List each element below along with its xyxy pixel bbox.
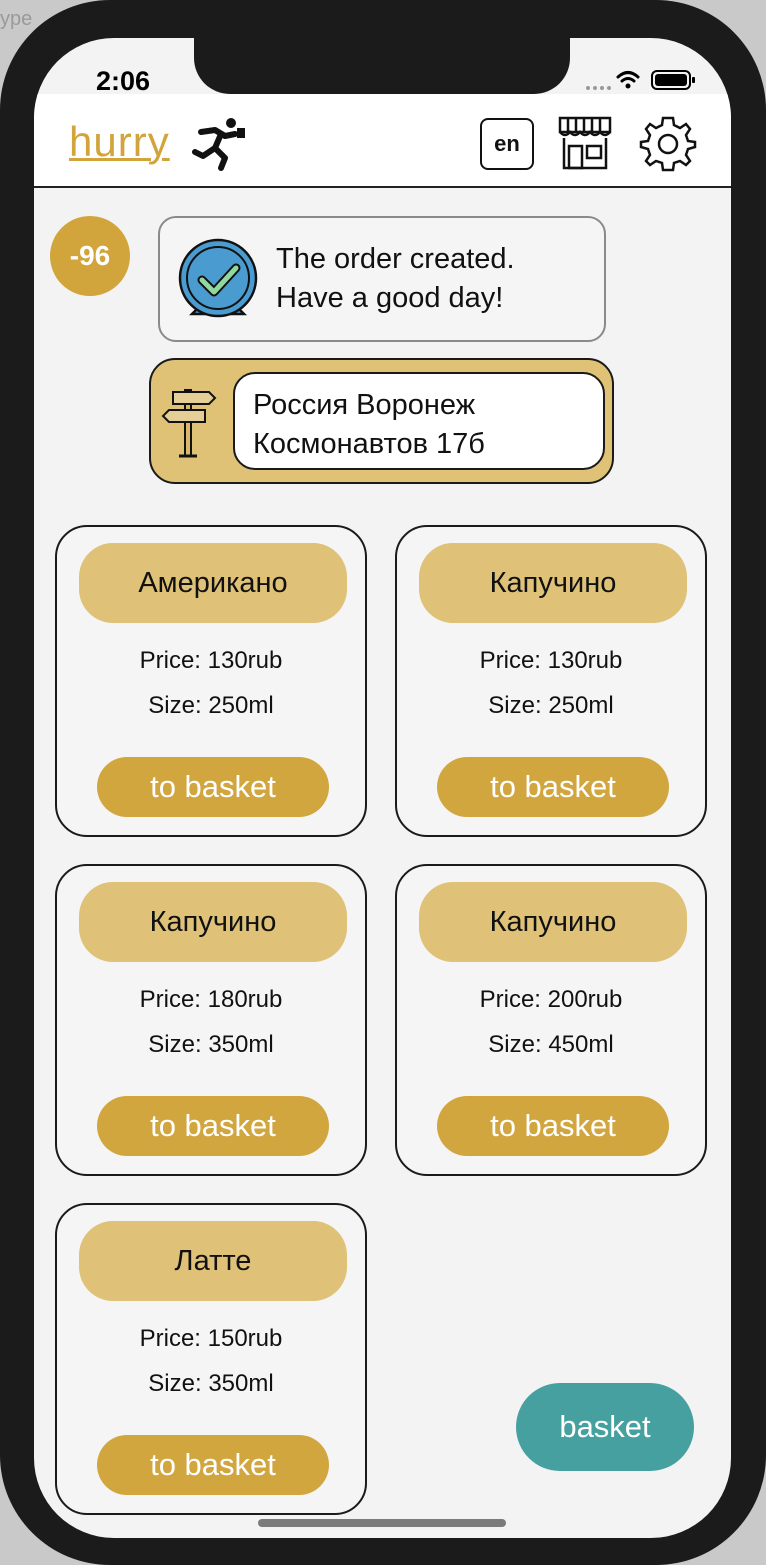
app-header: hurry en xyxy=(34,94,731,188)
balance-badge: -96 xyxy=(50,216,130,296)
product-card: Латте Price: 150rub Size: 350ml to baske… xyxy=(55,1203,367,1515)
notice-line-1: The order created. xyxy=(276,243,515,275)
gear-icon[interactable] xyxy=(639,114,697,177)
notch xyxy=(194,38,570,94)
notice-line-2: Have a good day! xyxy=(276,282,504,314)
product-size: Size: 250ml xyxy=(488,692,614,719)
product-price: Price: 130rub xyxy=(479,647,623,674)
status-time: 2:06 xyxy=(96,66,151,96)
home-indicator[interactable] xyxy=(258,1519,506,1527)
signal-icon xyxy=(586,86,611,90)
product-name[interactable]: Капучино xyxy=(419,543,687,623)
product-name[interactable]: Американо xyxy=(79,543,347,623)
to-basket-button[interactable]: to basket xyxy=(97,757,329,817)
phone-frame: 2:06 hurry en -96 The order created. Hav… xyxy=(0,0,766,1565)
check-icon xyxy=(176,238,260,327)
product-price: Price: 150rub xyxy=(139,1325,283,1352)
product-card: Капучино Price: 130rub Size: 250ml to ba… xyxy=(395,525,707,837)
product-card: Капучино Price: 180rub Size: 350ml to ba… xyxy=(55,864,367,1176)
product-card: Американо Price: 130rub Size: 250ml to b… xyxy=(55,525,367,837)
address-field[interactable]: Россия Воронеж Космонавтов 17б xyxy=(233,372,605,470)
to-basket-button[interactable]: to basket xyxy=(437,1096,669,1156)
shop-icon[interactable] xyxy=(556,114,614,177)
address-line-2: Космонавтов 17б xyxy=(253,428,485,460)
order-notice: The order created. Have a good day! xyxy=(158,216,606,342)
product-price: Price: 180rub xyxy=(139,986,283,1013)
product-name[interactable]: Капучино xyxy=(419,882,687,962)
product-price: Price: 200rub xyxy=(479,986,623,1013)
product-name[interactable]: Капучино xyxy=(79,882,347,962)
address-line-1: Россия Воронеж xyxy=(253,389,476,421)
product-card: Капучино Price: 200rub Size: 450ml to ba… xyxy=(395,864,707,1176)
product-name[interactable]: Латте xyxy=(79,1221,347,1301)
product-price: Price: 130rub xyxy=(139,647,283,674)
to-basket-button[interactable]: to basket xyxy=(97,1435,329,1495)
logo-text[interactable]: hurry xyxy=(69,118,170,166)
address-panel[interactable]: Россия Воронеж Космонавтов 17б xyxy=(149,358,614,484)
battery-icon xyxy=(651,70,695,90)
basket-button[interactable]: basket xyxy=(516,1383,694,1471)
product-size: Size: 350ml xyxy=(148,1370,274,1397)
background-hint-text: ype xyxy=(0,8,33,30)
product-size: Size: 450ml xyxy=(488,1031,614,1058)
product-size: Size: 350ml xyxy=(148,1031,274,1058)
runner-icon xyxy=(191,116,247,177)
to-basket-button[interactable]: to basket xyxy=(97,1096,329,1156)
status-icons xyxy=(566,68,706,92)
signpost-icon xyxy=(159,382,219,467)
language-button[interactable]: en xyxy=(480,118,534,170)
to-basket-button[interactable]: to basket xyxy=(437,757,669,817)
product-size: Size: 250ml xyxy=(148,692,274,719)
wifi-icon xyxy=(616,71,640,83)
app-screen: 2:06 hurry en -96 The order created. Hav… xyxy=(34,38,731,1538)
